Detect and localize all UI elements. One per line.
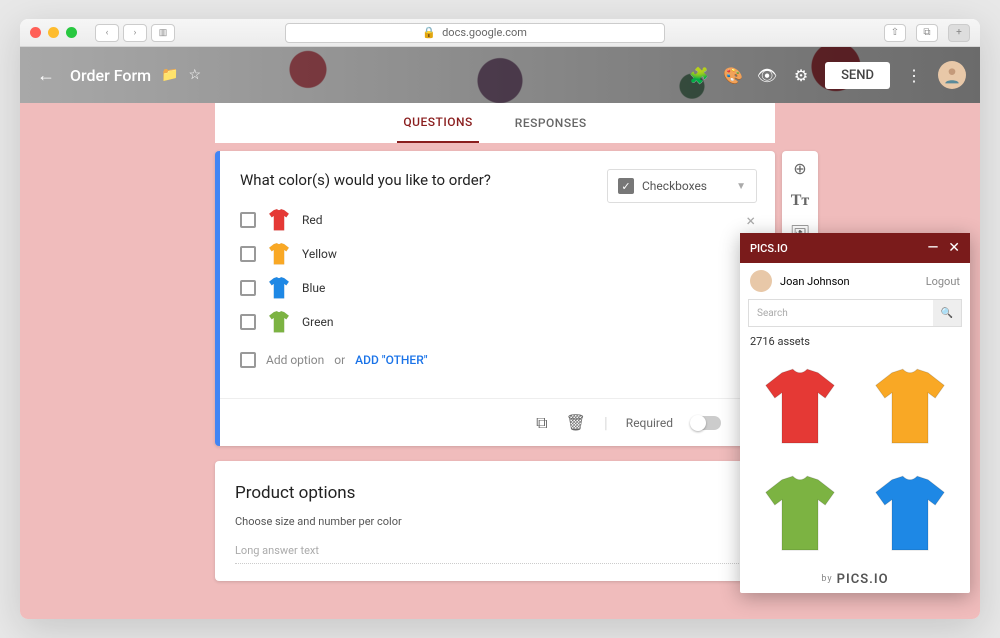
- section-card: Product options Choose size and number p…: [215, 461, 775, 581]
- panel-user-row: Joan Johnson Logout: [740, 263, 970, 299]
- url-text: docs.google.com: [442, 26, 527, 39]
- checkbox[interactable]: [240, 246, 256, 262]
- more-icon[interactable]: ⋮: [904, 65, 924, 85]
- section-title[interactable]: Product options: [235, 483, 755, 503]
- question-type-label: Checkboxes: [642, 179, 707, 193]
- send-button[interactable]: SEND: [825, 62, 890, 89]
- option-label[interactable]: Red: [302, 213, 323, 227]
- tab-responses[interactable]: RESPONSES: [509, 104, 593, 142]
- close-dot[interactable]: [30, 27, 41, 38]
- tshirt-icon[interactable]: [266, 309, 292, 335]
- sidebar-button[interactable]: ▥: [151, 24, 175, 42]
- asset-count: 2716 assets: [740, 327, 970, 356]
- checkbox[interactable]: [240, 314, 256, 330]
- panel-header: PICS.IO — ✕: [740, 233, 970, 263]
- search-icon[interactable]: 🔍: [933, 300, 961, 326]
- asset-thumbnail[interactable]: [858, 356, 962, 458]
- option-row: Blue: [240, 271, 755, 305]
- option-label[interactable]: Blue: [302, 281, 325, 295]
- minimize-dot[interactable]: [48, 27, 59, 38]
- long-answer-placeholder: Long answer text: [235, 544, 755, 564]
- tshirt-icon[interactable]: [266, 241, 292, 267]
- section-description[interactable]: Choose size and number per color: [235, 515, 755, 528]
- required-label: Required: [626, 416, 673, 430]
- option-row: Yellow: [240, 237, 755, 271]
- tabs-icon[interactable]: ⧉: [916, 24, 938, 42]
- asset-thumbnail[interactable]: [748, 464, 852, 566]
- footer-prefix: by: [821, 574, 832, 584]
- avatar[interactable]: [938, 61, 966, 89]
- close-icon[interactable]: ✕: [948, 240, 960, 256]
- question-card: What color(s) would you like to order? ✓…: [215, 151, 775, 446]
- question-footer: ⧉ 🗑 | Required ⋮: [220, 398, 775, 446]
- panel-brand: PICS.IO: [750, 242, 788, 255]
- option-row: Green: [240, 305, 755, 339]
- tshirt-icon[interactable]: [266, 207, 292, 233]
- window-controls: [30, 27, 77, 38]
- palette-icon[interactable]: 🎨: [723, 65, 743, 85]
- panel-search: Search 🔍: [748, 299, 962, 327]
- preview-icon[interactable]: 👁: [757, 65, 777, 85]
- maximize-dot[interactable]: [66, 27, 77, 38]
- panel-avatar: [750, 270, 772, 292]
- form-tabs: QUESTIONS RESPONSES: [215, 103, 775, 143]
- newtab-icon[interactable]: +: [948, 24, 970, 42]
- logout-link[interactable]: Logout: [926, 275, 960, 288]
- checkbox-icon: ✓: [618, 178, 634, 194]
- required-toggle[interactable]: [691, 416, 721, 430]
- minimize-icon[interactable]: —: [927, 240, 938, 256]
- search-input[interactable]: Search: [749, 308, 933, 319]
- add-question-icon[interactable]: ⊕: [793, 159, 806, 178]
- option-label[interactable]: Yellow: [302, 247, 337, 261]
- addon-icon[interactable]: 🧩: [689, 65, 709, 85]
- checkbox-placeholder: [240, 352, 256, 368]
- chevron-down-icon: ▼: [736, 181, 746, 192]
- gear-icon[interactable]: ⚙: [791, 65, 811, 85]
- back-button[interactable]: ‹: [95, 24, 119, 42]
- question-type-dropdown[interactable]: ✓ Checkboxes ▼: [607, 169, 757, 203]
- panel-username: Joan Johnson: [780, 275, 850, 288]
- add-other-link[interactable]: ADD "OTHER": [355, 353, 427, 367]
- forward-button[interactable]: ›: [123, 24, 147, 42]
- duplicate-icon[interactable]: ⧉: [536, 413, 547, 433]
- option-row: Red ×: [240, 203, 755, 237]
- checkbox[interactable]: [240, 212, 256, 228]
- add-option-text[interactable]: Add option: [266, 353, 324, 367]
- lock-icon: 🔒: [422, 26, 436, 39]
- titlebar: ‹ › ▥ 🔒 docs.google.com ⇧ ⧉ +: [20, 19, 980, 47]
- footer-brand: PICS.IO: [837, 572, 889, 587]
- panel-footer: by PICS.IO: [740, 565, 970, 593]
- document-title[interactable]: Order Form: [70, 66, 151, 85]
- app-header: ← Order Form 📁 ☆ 🧩 🎨 👁 ⚙ SEND ⋮: [20, 47, 980, 103]
- add-option-row: Add option or ADD "OTHER": [240, 343, 755, 377]
- content-area: QUESTIONS RESPONSES What color(s) would …: [20, 103, 980, 619]
- tshirt-icon[interactable]: [266, 275, 292, 301]
- or-text: or: [334, 353, 345, 367]
- remove-option-icon[interactable]: ×: [746, 211, 755, 230]
- option-label[interactable]: Green: [302, 315, 333, 329]
- back-arrow-icon[interactable]: ←: [34, 63, 58, 87]
- browser-window: ‹ › ▥ 🔒 docs.google.com ⇧ ⧉ + ← Order Fo…: [20, 19, 980, 619]
- picsio-panel: PICS.IO — ✕ Joan Johnson Logout Search 🔍…: [740, 233, 970, 593]
- share-icon[interactable]: ⇧: [884, 24, 906, 42]
- add-title-icon[interactable]: Tᴛ: [791, 192, 810, 210]
- asset-thumbnail[interactable]: [748, 356, 852, 458]
- tab-questions[interactable]: QUESTIONS: [397, 103, 478, 143]
- url-bar[interactable]: 🔒 docs.google.com: [285, 23, 665, 43]
- trash-icon[interactable]: 🗑: [566, 413, 586, 432]
- asset-thumbnail[interactable]: [858, 464, 962, 566]
- asset-grid: [740, 356, 970, 565]
- checkbox[interactable]: [240, 280, 256, 296]
